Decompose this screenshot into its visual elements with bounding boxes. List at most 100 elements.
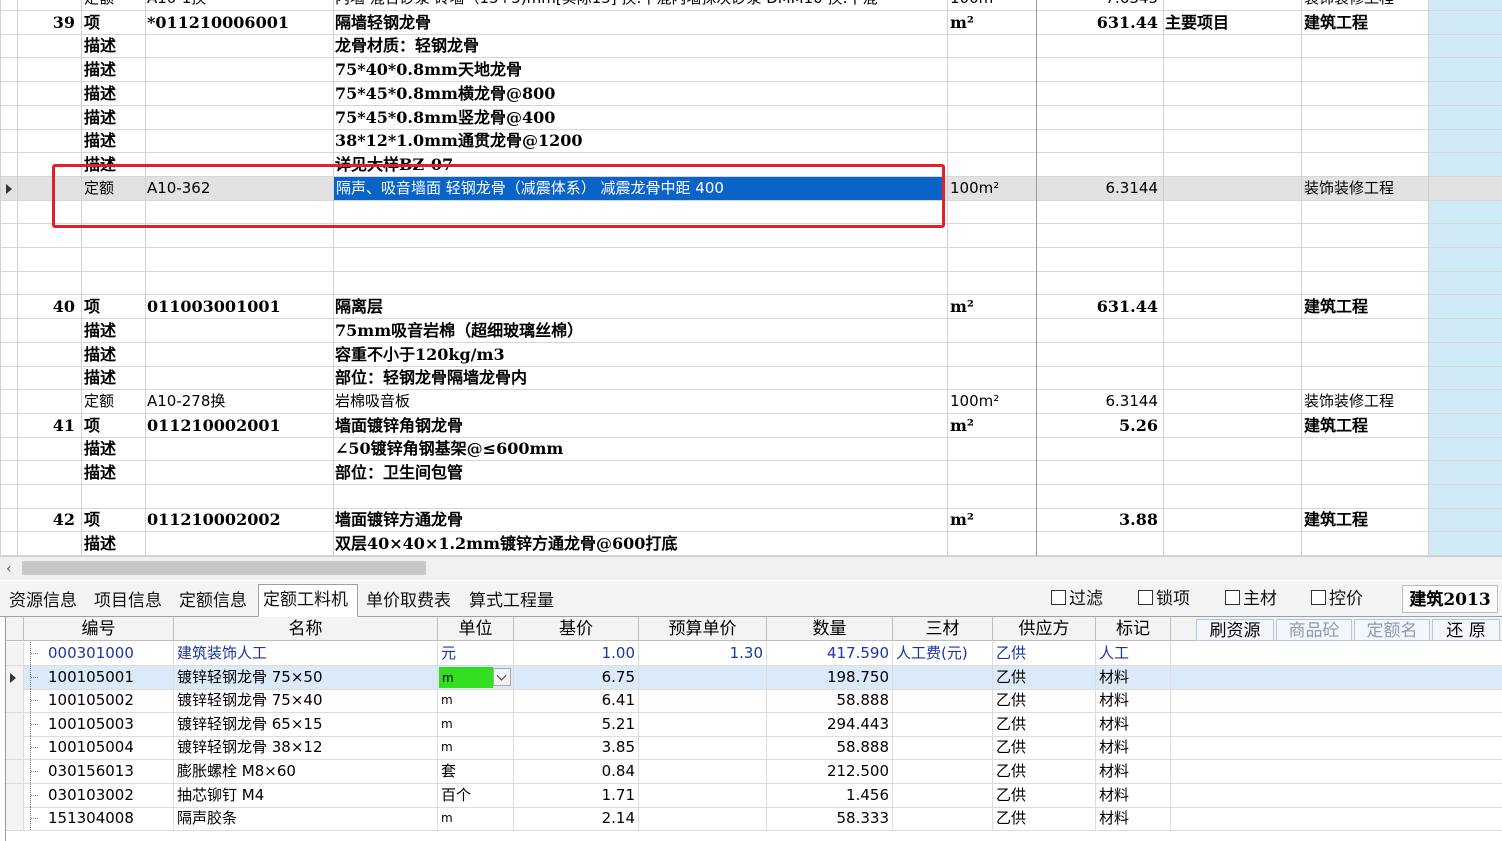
row-type[interactable]: 项 [84, 414, 144, 437]
item-unit[interactable] [950, 532, 1034, 555]
item-quantity[interactable] [1038, 319, 1158, 342]
item-category[interactable] [1304, 532, 1426, 555]
resource-tag[interactable]: 材料 [1096, 736, 1171, 760]
resource-code[interactable]: 000301000 [24, 642, 174, 665]
resource-unit[interactable]: m [438, 807, 514, 831]
resource-budget[interactable] [639, 665, 767, 689]
grid-row[interactable]: 定额 A10-362 隔声、吸音墙面 轻钢龙骨（减震体系） 减震龙骨中距 400 10… [0, 176, 1502, 201]
item-category[interactable] [1304, 58, 1426, 81]
item-quantity[interactable]: 631.44 [1038, 295, 1158, 318]
row-header[interactable] [6, 712, 24, 736]
item-category[interactable] [1304, 224, 1426, 247]
resource-material[interactable] [893, 783, 993, 807]
resource-supplier[interactable]: 乙供 [993, 665, 1096, 689]
row-number[interactable] [17, 271, 78, 294]
item-code[interactable] [147, 106, 332, 129]
item-unit[interactable] [950, 319, 1034, 342]
item-code[interactable] [147, 271, 332, 294]
column-header[interactable]: 三材 [893, 617, 993, 641]
item-code[interactable]: A10-362 [147, 177, 332, 200]
row-type[interactable]: 描述 [84, 366, 144, 389]
grid-row[interactable]: 描述 双层40×40×1.2mm镀锌方通龙骨@600打底 [0, 532, 1502, 556]
item-quantity[interactable] [1038, 485, 1158, 508]
row-header[interactable] [0, 224, 17, 247]
item-quantity[interactable] [1038, 437, 1158, 460]
row-number[interactable] [17, 129, 78, 152]
column-header[interactable]: 数量 [767, 617, 893, 641]
resource-code[interactable]: 151304008 [24, 807, 174, 831]
row-type[interactable]: 描述 [84, 129, 144, 152]
item-quantity[interactable] [1038, 366, 1158, 389]
row-header[interactable] [0, 177, 17, 200]
item-unit[interactable]: 100m² [950, 390, 1034, 413]
item-name[interactable]: 75*40*0.8mm天地龙骨 [335, 58, 946, 81]
tab-2[interactable]: 项目信息 [90, 587, 172, 616]
resource-name[interactable]: 建筑装饰人工 [174, 642, 438, 665]
row-type[interactable]: 项 [84, 508, 144, 531]
row-type[interactable]: 定额 [84, 177, 144, 200]
item-unit[interactable] [950, 461, 1034, 484]
item-unit[interactable] [950, 224, 1034, 247]
grid-row[interactable]: 描述 75*45*0.8mm竖龙骨@400 [0, 106, 1502, 130]
item-category[interactable]: 装饰装修工程 [1304, 390, 1426, 413]
resource-base[interactable]: 0.84 [514, 760, 639, 783]
resource-budget[interactable] [639, 807, 767, 831]
resource-row[interactable]: 100105001 镀锌轻钢龙骨 75×50 m 6.75 198.750 乙供 材料 [6, 665, 1502, 690]
item-unit[interactable] [950, 271, 1034, 294]
item-name[interactable] [335, 271, 946, 294]
resource-qty[interactable]: 58.333 [767, 807, 893, 831]
item-note[interactable] [1165, 34, 1299, 57]
resource-budget[interactable] [639, 712, 767, 736]
row-type[interactable]: 描述 [84, 58, 144, 81]
row-number[interactable] [17, 343, 78, 366]
row-header[interactable] [0, 437, 17, 460]
resource-tag[interactable]: 材料 [1096, 712, 1171, 736]
item-unit[interactable] [950, 200, 1034, 223]
row-header[interactable] [0, 508, 17, 531]
row-number[interactable] [17, 34, 78, 57]
resource-material[interactable] [893, 736, 993, 760]
item-unit[interactable]: m² [950, 414, 1034, 437]
chevron-down-icon[interactable] [493, 667, 511, 686]
row-type[interactable]: 描述 [84, 106, 144, 129]
resource-material[interactable] [893, 760, 993, 783]
row-type[interactable]: 描述 [84, 343, 144, 366]
row-header[interactable] [0, 295, 17, 318]
grid-row[interactable] [0, 200, 1502, 225]
item-name[interactable]: 75*45*0.8mm竖龙骨@400 [335, 106, 946, 129]
item-unit[interactable] [950, 343, 1034, 366]
toolbar-button-3[interactable]: 定额名 [1354, 619, 1430, 641]
item-code[interactable] [147, 366, 332, 389]
row-type[interactable]: 描述 [84, 34, 144, 57]
resource-unit[interactable]: m [438, 689, 514, 713]
resource-material[interactable]: 人工费(元) [893, 642, 993, 665]
row-type[interactable] [84, 200, 144, 223]
item-note[interactable] [1165, 271, 1299, 294]
resource-tag[interactable]: 材料 [1096, 665, 1171, 689]
tab-4[interactable]: 定额工料机 [258, 584, 358, 617]
resource-unit[interactable]: m [438, 712, 514, 736]
resource-supplier[interactable]: 乙供 [993, 783, 1096, 807]
item-code[interactable]: 011210002001 [147, 414, 332, 437]
resource-tag[interactable]: 材料 [1096, 760, 1171, 783]
row-header[interactable] [6, 665, 24, 689]
quota-library-selector[interactable]: 建筑2013 [1402, 585, 1498, 613]
row-number[interactable] [17, 177, 78, 200]
row-number[interactable] [17, 82, 78, 105]
row-number[interactable] [17, 153, 78, 176]
toolbar-button-2[interactable]: 商品砼 [1276, 619, 1352, 641]
item-quantity[interactable]: 6.3144 [1038, 177, 1159, 200]
grid-row[interactable]: 定额A10-1换内墙 混合砂浆 砖墙（15+5)mm[实际15] 换:干混内墙抹… [0, 0, 1502, 11]
grid-row[interactable] [0, 485, 1502, 509]
item-code[interactable] [147, 82, 332, 105]
row-number[interactable] [17, 106, 78, 129]
item-name[interactable]: 38*12*1.0mm通贯龙骨@1200 [335, 129, 946, 152]
row-header[interactable] [0, 461, 17, 484]
row-number[interactable] [17, 224, 78, 247]
item-category[interactable] [1304, 461, 1426, 484]
row-type[interactable]: 描述 [84, 461, 144, 484]
resource-tag[interactable]: 材料 [1096, 807, 1171, 831]
resource-name[interactable]: 膨胀螺栓 M8×60 [174, 760, 438, 783]
item-quantity[interactable] [1038, 106, 1158, 129]
item-code[interactable] [147, 58, 332, 81]
